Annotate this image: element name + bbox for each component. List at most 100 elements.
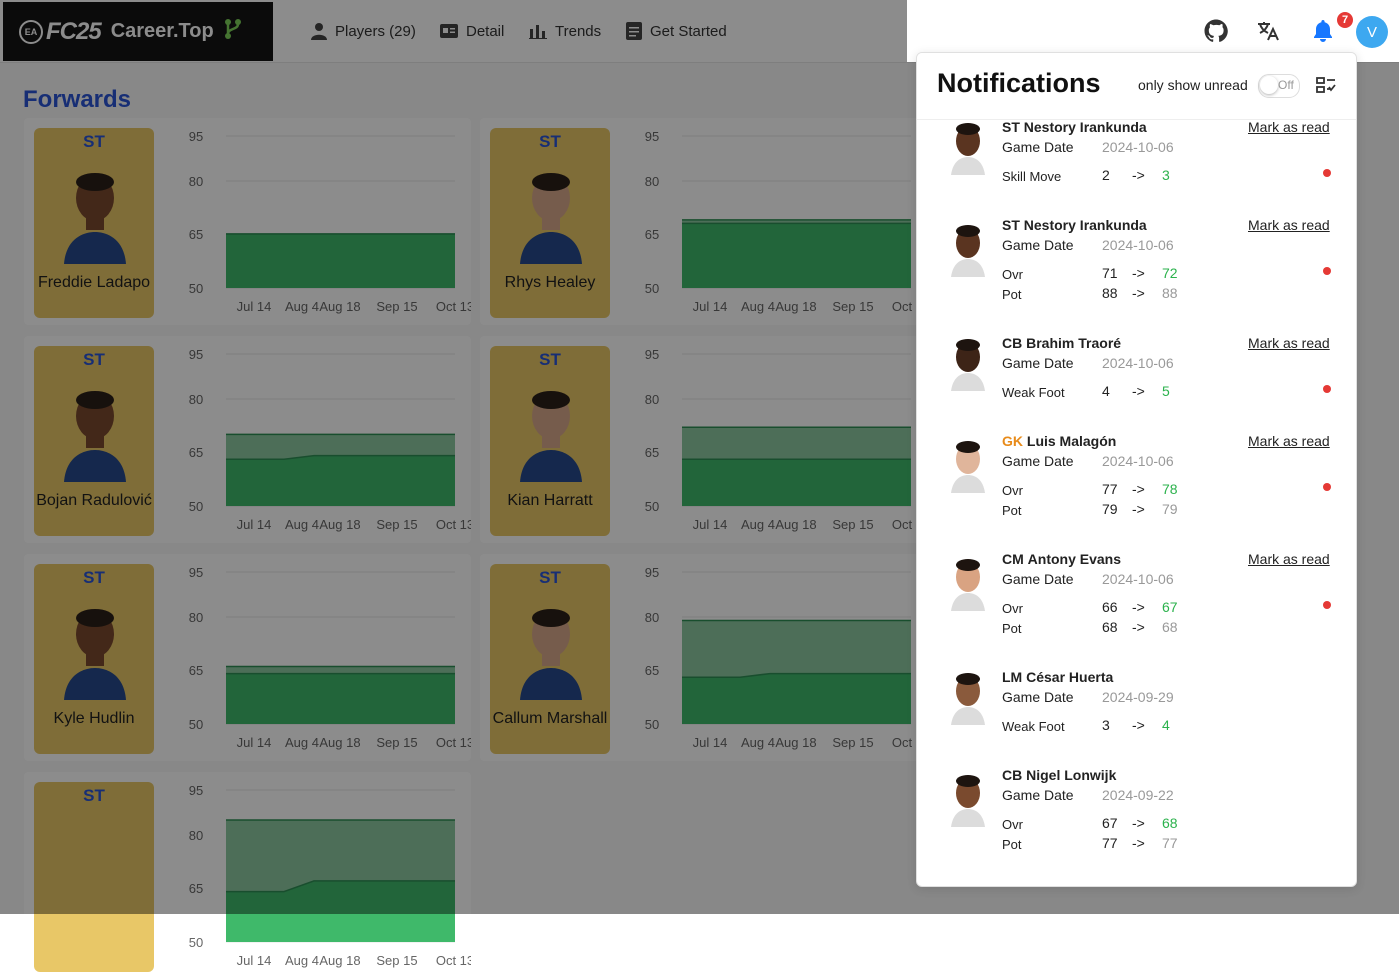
notification-title: CM Antony Evans	[1002, 551, 1121, 567]
stat-arrow: ->	[1132, 167, 1145, 183]
stat-label: Weak Foot	[1002, 719, 1065, 734]
game-date-value: 2024-10-06	[1102, 571, 1174, 587]
game-date-value: 2024-10-06	[1102, 139, 1174, 155]
stat-arrow: ->	[1132, 383, 1145, 399]
toggle-state-text: Off	[1278, 78, 1294, 92]
chart-x-tick: Aug 4	[285, 953, 319, 968]
stat-label: Ovr	[1002, 601, 1023, 616]
stat-to-value: 68	[1162, 815, 1178, 831]
only-unread-label: only show unread	[1138, 77, 1248, 93]
game-date-label: Game Date	[1002, 453, 1074, 469]
game-date-value: 2024-10-06	[1102, 453, 1174, 469]
game-date-label: Game Date	[1002, 689, 1074, 705]
stat-to-value: 5	[1162, 383, 1170, 399]
chart-x-tick: Jul 14	[237, 953, 272, 968]
notification-player-name: Luis Malagón	[1026, 433, 1117, 449]
stat-to-value: 4	[1162, 717, 1170, 733]
stat-arrow: ->	[1132, 815, 1145, 831]
player-avatar	[951, 123, 985, 175]
game-date-value: 2024-10-06	[1102, 237, 1174, 253]
notification-title: ST Nestory Irankunda	[1002, 217, 1147, 233]
chart-x-tick: Oct 13	[436, 953, 471, 968]
game-date-value: 2024-09-29	[1102, 689, 1174, 705]
notifications-header: Notifications only show unread Off	[917, 53, 1356, 120]
github-icon[interactable]	[1204, 19, 1228, 43]
stat-from-value: 67	[1102, 815, 1118, 831]
player-avatar	[951, 225, 985, 277]
stat-to-value: 67	[1162, 599, 1178, 615]
stat-from-value: 88	[1102, 285, 1118, 301]
game-date-label: Game Date	[1002, 355, 1074, 371]
stat-label: Weak Foot	[1002, 385, 1065, 400]
stat-label: Ovr	[1002, 267, 1023, 282]
chart-x-tick: Aug 18	[319, 953, 360, 968]
stat-from-value: 77	[1102, 835, 1118, 851]
stat-label: Pot	[1002, 621, 1022, 636]
mark-as-read-link[interactable]: Mark as read	[1248, 433, 1330, 449]
stat-from-value: 79	[1102, 501, 1118, 517]
notification-title: ST Nestory Irankunda	[1002, 119, 1147, 135]
notification-player-name: César Huerta	[1026, 669, 1114, 685]
stat-from-value: 3	[1102, 717, 1110, 733]
notification-position: CM	[1002, 551, 1024, 567]
stat-arrow: ->	[1132, 481, 1145, 497]
notification-position: LM	[1002, 669, 1023, 685]
notifications-title: Notifications	[937, 68, 1101, 98]
player-avatar	[951, 339, 985, 391]
mark-as-read-link[interactable]: Mark as read	[1248, 119, 1330, 135]
stat-to-value: 79	[1162, 501, 1178, 517]
stat-label: Ovr	[1002, 817, 1023, 832]
stat-from-value: 66	[1102, 599, 1118, 615]
game-date-label: Game Date	[1002, 787, 1074, 803]
stat-from-value: 71	[1102, 265, 1118, 281]
stat-label: Pot	[1002, 503, 1022, 518]
notification-player-name: Nestory Irankunda	[1023, 119, 1147, 135]
game-date-label: Game Date	[1002, 237, 1074, 253]
stat-to-value: 88	[1162, 285, 1178, 301]
unread-dot-indicator	[1323, 385, 1331, 393]
stat-label: Pot	[1002, 837, 1022, 852]
stat-to-value: 68	[1162, 619, 1178, 635]
stat-to-value: 78	[1162, 481, 1178, 497]
notification-count-badge: 7	[1337, 12, 1353, 28]
toggle-knob	[1260, 76, 1278, 94]
game-date-value: 2024-09-22	[1102, 787, 1174, 803]
stat-arrow: ->	[1132, 265, 1145, 281]
notification-player-name: Brahim Traoré	[1026, 335, 1122, 351]
user-avatar[interactable]: V	[1356, 16, 1388, 48]
notification-position: CB	[1002, 335, 1023, 351]
notification-title: GK Luis Malagón	[1002, 433, 1116, 449]
stat-arrow: ->	[1132, 619, 1145, 635]
stat-to-value: 77	[1162, 835, 1178, 851]
stat-to-value: 72	[1162, 265, 1178, 281]
notification-title: CB Nigel Lonwijk	[1002, 767, 1116, 783]
game-date-label: Game Date	[1002, 139, 1074, 155]
notification-position: ST	[1002, 119, 1020, 135]
stat-from-value: 68	[1102, 619, 1118, 635]
unread-dot-indicator	[1323, 169, 1331, 177]
notification-player-name: Nigel Lonwijk	[1026, 767, 1117, 783]
notification-position: GK	[1002, 433, 1023, 449]
stat-label: Skill Move	[1002, 169, 1062, 184]
stat-arrow: ->	[1132, 835, 1145, 851]
mark-as-read-link[interactable]: Mark as read	[1248, 217, 1330, 233]
bell-icon[interactable]	[1312, 19, 1334, 43]
player-avatar	[951, 441, 985, 493]
player-avatar	[951, 673, 985, 725]
only-unread-toggle[interactable]: Off	[1258, 74, 1300, 98]
mark-as-read-link[interactable]: Mark as read	[1248, 335, 1330, 351]
translate-icon[interactable]	[1256, 19, 1280, 43]
stat-arrow: ->	[1132, 599, 1145, 615]
notification-player-name: Antony Evans	[1027, 551, 1122, 567]
stat-from-value: 4	[1102, 383, 1110, 399]
chart-x-tick: Sep 15	[376, 953, 417, 968]
unread-dot-indicator	[1323, 483, 1331, 491]
game-date-value: 2024-10-06	[1102, 355, 1174, 371]
game-date-label: Game Date	[1002, 571, 1074, 587]
mark-as-read-link[interactable]: Mark as read	[1248, 551, 1330, 567]
notification-title: CB Brahim Traoré	[1002, 335, 1121, 351]
mark-all-read-icon[interactable]	[1316, 77, 1336, 93]
notifications-panel: ST Nestory Irankunda Mark as read Game D…	[916, 52, 1357, 887]
stat-arrow: ->	[1132, 285, 1145, 301]
stat-label: Pot	[1002, 287, 1022, 302]
